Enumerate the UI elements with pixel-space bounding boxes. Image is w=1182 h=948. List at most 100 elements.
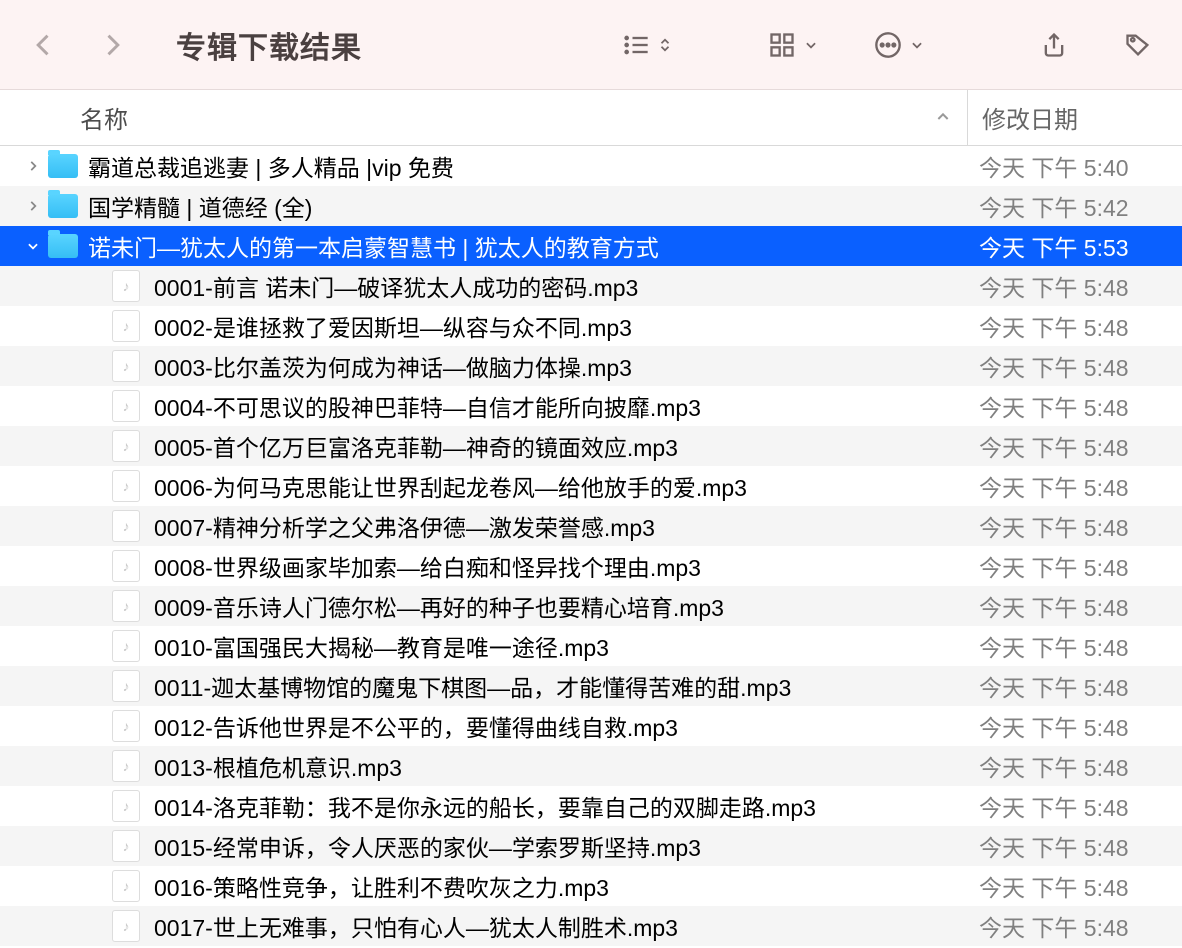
more-circle-icon bbox=[874, 31, 902, 59]
view-list-button[interactable] bbox=[622, 31, 672, 59]
chevron-down-icon bbox=[804, 38, 818, 52]
audio-file-icon bbox=[112, 310, 140, 342]
item-date: 今天 下午 5:48 bbox=[967, 709, 1182, 743]
item-date: 今天 下午 5:48 bbox=[967, 829, 1182, 863]
item-date: 今天 下午 5:48 bbox=[967, 349, 1182, 383]
item-date: 今天 下午 5:48 bbox=[967, 269, 1182, 303]
item-name: 国学精髓 | 道德经 (全) bbox=[88, 189, 312, 223]
file-row[interactable]: 0007-精神分析学之父弗洛伊德—激发荣誉感.mp3 今天 下午 5:48 bbox=[0, 506, 1182, 546]
file-row[interactable]: 0002-是谁拯救了爱因斯坦—纵容与众不同.mp3 今天 下午 5:48 bbox=[0, 306, 1182, 346]
item-name: 0016-策略性竞争，让胜利不费吹灰之力.mp3 bbox=[154, 869, 609, 903]
item-date: 今天 下午 5:42 bbox=[967, 189, 1182, 223]
actions-button[interactable] bbox=[874, 31, 924, 59]
audio-file-icon bbox=[112, 910, 140, 942]
item-name: 0015-经常申诉，令人厌恶的家伙—学索罗斯坚持.mp3 bbox=[154, 829, 701, 863]
column-name[interactable]: 名称 bbox=[0, 100, 967, 135]
audio-file-icon bbox=[112, 870, 140, 902]
file-row[interactable]: 0014-洛克菲勒：我不是你永远的船长，要靠自己的双脚走路.mp3 今天 下午 5… bbox=[0, 786, 1182, 826]
item-date: 今天 下午 5:53 bbox=[967, 229, 1182, 263]
item-date: 今天 下午 5:48 bbox=[967, 869, 1182, 903]
folder-row[interactable]: 霸道总裁追逃妻 | 多人精品 |vip 免费 今天 下午 5:40 bbox=[0, 146, 1182, 186]
file-row[interactable]: 0013-根植危机意识.mp3 今天 下午 5:48 bbox=[0, 746, 1182, 786]
back-button[interactable] bbox=[30, 31, 58, 59]
disclosure-triangle-icon[interactable] bbox=[26, 159, 40, 173]
item-name: 霸道总裁追逃妻 | 多人精品 |vip 免费 bbox=[88, 149, 454, 183]
toolbar: 专辑下载结果 bbox=[0, 0, 1182, 90]
window-title: 专辑下载结果 bbox=[176, 23, 362, 67]
item-date: 今天 下午 5:48 bbox=[967, 469, 1182, 503]
column-name-label: 名称 bbox=[80, 100, 128, 135]
forward-button[interactable] bbox=[98, 31, 126, 59]
audio-file-icon bbox=[112, 590, 140, 622]
chevron-down-icon bbox=[910, 38, 924, 52]
file-row[interactable]: 0006-为何马克思能让世界刮起龙卷风—给他放手的爱.mp3 今天 下午 5:48 bbox=[0, 466, 1182, 506]
item-date: 今天 下午 5:48 bbox=[967, 629, 1182, 663]
list-icon bbox=[622, 31, 650, 59]
file-row[interactable]: 0010-富国强民大揭秘—教育是唯一途径.mp3 今天 下午 5:48 bbox=[0, 626, 1182, 666]
item-date: 今天 下午 5:48 bbox=[967, 909, 1182, 943]
file-list: 霸道总裁追逃妻 | 多人精品 |vip 免费今天 下午 5:40国学精髓 | 道… bbox=[0, 146, 1182, 946]
item-name: 0013-根植危机意识.mp3 bbox=[154, 749, 402, 783]
file-row[interactable]: 0011-迦太基博物馆的魔鬼下棋图—品，才能懂得苦难的甜.mp3 今天 下午 5:… bbox=[0, 666, 1182, 706]
item-date: 今天 下午 5:40 bbox=[967, 149, 1182, 183]
folder-icon bbox=[48, 194, 78, 218]
item-name: 0017-世上无难事，只怕有心人—犹太人制胜术.mp3 bbox=[154, 909, 678, 943]
audio-file-icon bbox=[112, 390, 140, 422]
file-row[interactable]: 0009-音乐诗人门德尔松—再好的种子也要精心培育.mp3 今天 下午 5:48 bbox=[0, 586, 1182, 626]
item-name: 0010-富国强民大揭秘—教育是唯一途径.mp3 bbox=[154, 629, 609, 663]
group-button[interactable] bbox=[768, 31, 818, 59]
audio-file-icon bbox=[112, 430, 140, 462]
item-date: 今天 下午 5:48 bbox=[967, 389, 1182, 423]
disclosure-triangle-icon[interactable] bbox=[26, 199, 40, 213]
file-row[interactable]: 0012-告诉他世界是不公平的，要懂得曲线自救.mp3 今天 下午 5:48 bbox=[0, 706, 1182, 746]
folder-row[interactable]: 国学精髓 | 道德经 (全) 今天 下午 5:42 bbox=[0, 186, 1182, 226]
item-date: 今天 下午 5:48 bbox=[967, 669, 1182, 703]
audio-file-icon bbox=[112, 630, 140, 662]
file-row[interactable]: 0001-前言 诺未门—破译犹太人成功的密码.mp3 今天 下午 5:48 bbox=[0, 266, 1182, 306]
disclosure-triangle-icon[interactable] bbox=[26, 239, 40, 253]
column-date-label: 修改日期 bbox=[982, 100, 1078, 135]
item-name: 0007-精神分析学之父弗洛伊德—激发荣誉感.mp3 bbox=[154, 509, 655, 543]
item-date: 今天 下午 5:48 bbox=[967, 509, 1182, 543]
item-name: 诺未门—犹太人的第一本启蒙智慧书 | 犹太人的教育方式 bbox=[88, 229, 659, 263]
item-name: 0012-告诉他世界是不公平的，要懂得曲线自救.mp3 bbox=[154, 709, 678, 743]
item-name: 0009-音乐诗人门德尔松—再好的种子也要精心培育.mp3 bbox=[154, 589, 724, 623]
item-name: 0011-迦太基博物馆的魔鬼下棋图—品，才能懂得苦难的甜.mp3 bbox=[154, 669, 791, 703]
file-row[interactable]: 0016-策略性竞争，让胜利不费吹灰之力.mp3 今天 下午 5:48 bbox=[0, 866, 1182, 906]
file-row[interactable]: 0008-世界级画家毕加索—给白痴和怪异找个理由.mp3今天 下午 5:48 bbox=[0, 546, 1182, 586]
audio-file-icon bbox=[112, 470, 140, 502]
item-date: 今天 下午 5:48 bbox=[967, 429, 1182, 463]
item-name: 0008-世界级画家毕加索—给白痴和怪异找个理由.mp3 bbox=[154, 549, 701, 583]
nav-arrows bbox=[30, 31, 126, 59]
item-name: 0004-不可思议的股神巴菲特—自信才能所向披靡.mp3 bbox=[154, 389, 701, 423]
item-date: 今天 下午 5:48 bbox=[967, 309, 1182, 343]
audio-file-icon bbox=[112, 350, 140, 382]
audio-file-icon bbox=[112, 550, 140, 582]
audio-file-icon bbox=[112, 670, 140, 702]
item-name: 0005-首个亿万巨富洛克菲勒—神奇的镜面效应.mp3 bbox=[154, 429, 678, 463]
column-date[interactable]: 修改日期 bbox=[967, 90, 1182, 145]
item-name: 0014-洛克菲勒：我不是你永远的船长，要靠自己的双脚走路.mp3 bbox=[154, 789, 816, 823]
tag-button[interactable] bbox=[1124, 31, 1152, 59]
file-row[interactable]: 0004-不可思议的股神巴菲特—自信才能所向披靡.mp3 今天 下午 5:48 bbox=[0, 386, 1182, 426]
share-button[interactable] bbox=[1040, 31, 1068, 59]
item-name: 0001-前言 诺未门—破译犹太人成功的密码.mp3 bbox=[154, 269, 638, 303]
item-date: 今天 下午 5:48 bbox=[967, 789, 1182, 823]
file-row[interactable]: 0005-首个亿万巨富洛克菲勒—神奇的镜面效应.mp3 今天 下午 5:48 bbox=[0, 426, 1182, 466]
file-row[interactable]: 0003-比尔盖茨为何成为神话—做脑力体操.mp3 今天 下午 5:48 bbox=[0, 346, 1182, 386]
item-name: 0002-是谁拯救了爱因斯坦—纵容与众不同.mp3 bbox=[154, 309, 632, 343]
item-name: 0006-为何马克思能让世界刮起龙卷风—给他放手的爱.mp3 bbox=[154, 469, 747, 503]
column-header-row: 名称 修改日期 bbox=[0, 90, 1182, 146]
audio-file-icon bbox=[112, 270, 140, 302]
item-date: 今天 下午 5:48 bbox=[967, 589, 1182, 623]
item-date: 今天 下午 5:48 bbox=[967, 749, 1182, 783]
file-row[interactable]: 0017-世上无难事，只怕有心人—犹太人制胜术.mp3 今天 下午 5:48 bbox=[0, 906, 1182, 946]
item-name: 0003-比尔盖茨为何成为神话—做脑力体操.mp3 bbox=[154, 349, 632, 383]
grid-icon bbox=[768, 31, 796, 59]
folder-icon bbox=[48, 234, 78, 258]
folder-icon bbox=[48, 154, 78, 178]
file-row[interactable]: 0015-经常申诉，令人厌恶的家伙—学索罗斯坚持.mp3 今天 下午 5:48 bbox=[0, 826, 1182, 866]
audio-file-icon bbox=[112, 830, 140, 862]
audio-file-icon bbox=[112, 790, 140, 822]
folder-row[interactable]: 诺未门—犹太人的第一本启蒙智慧书 | 犹太人的教育方式 今天 下午 5:53 bbox=[0, 226, 1182, 266]
